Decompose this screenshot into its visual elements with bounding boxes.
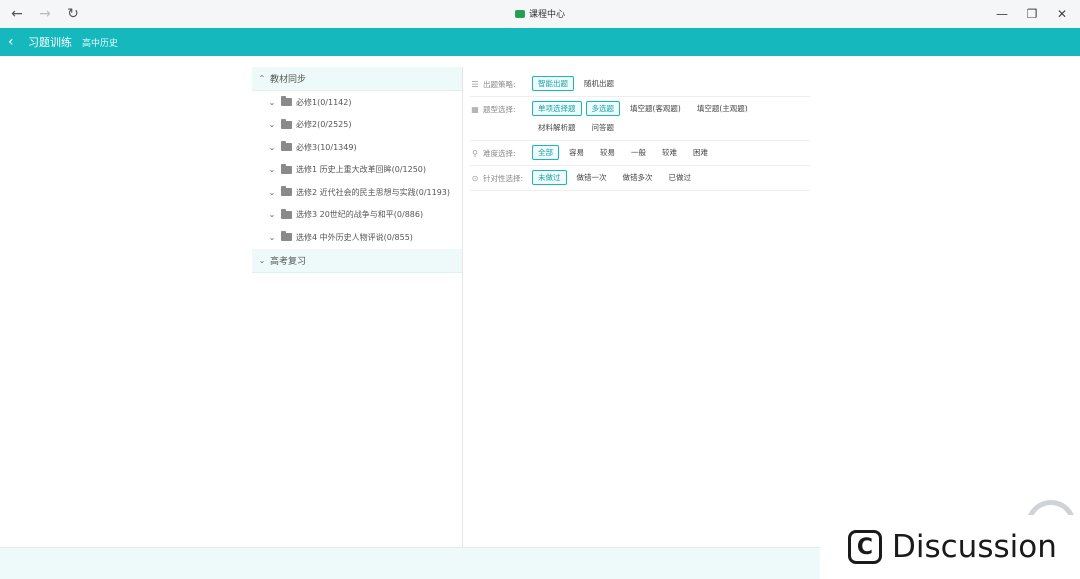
discussion-logo-icon: C	[848, 530, 882, 564]
folder-icon	[281, 208, 292, 219]
grid-icon: ▦	[471, 105, 479, 114]
tree-item[interactable]: ⌄ 选修2 近代社会的民主思想与实践(0/1193)	[252, 181, 462, 204]
chevron-up-icon: ⌃	[258, 74, 266, 83]
title-bar: ← → ↻ 课程中心 — ❐ ✕	[0, 0, 1080, 28]
chevron-down-icon: ⌄	[258, 255, 266, 265]
filter-label: 难度选择:	[483, 149, 516, 158]
filter-row-difficulty: ⚲ 难度选择: 全部 容易 较易 一般 较难 困难	[470, 141, 810, 166]
window-controls: — ❐ ✕	[990, 4, 1074, 24]
chevron-down-icon: ⌄	[268, 120, 276, 130]
restore-icon[interactable]: ❐	[1020, 4, 1044, 24]
filter-option[interactable]: 多选题	[585, 101, 620, 116]
close-icon[interactable]: ✕	[1050, 4, 1074, 24]
targeted-options: 未做过 做错一次 做错多次 已做过	[532, 170, 802, 185]
chevron-down-icon: ⌄	[268, 142, 276, 152]
section-label: 教材同步	[270, 75, 307, 85]
app-icon	[514, 9, 525, 18]
chevron-down-icon: ⌄	[268, 232, 276, 242]
window-title: 课程中心	[0, 7, 1080, 20]
filter-row-strategy: ☰ 出题策略: 智能出题 随机出题	[470, 72, 810, 97]
tree-item-label: 选修4 中外历史人物评说(0/855)	[296, 232, 413, 242]
tree-item[interactable]: ⌄ 选修4 中外历史人物评说(0/855)	[252, 226, 462, 249]
chevron-down-icon: ⌄	[268, 165, 276, 175]
section-exam-review[interactable]: ⌄ 高考复习	[252, 248, 462, 273]
filter-option[interactable]: 填空题(主观题)	[691, 101, 754, 116]
tree-item[interactable]: ⌄ 必修2(0/2525)	[252, 114, 462, 137]
filter-panel: ☰ 出题策略: 智能出题 随机出题 ▦ 题型选择: 单项选择题 多选题 填空题(客观题) 填…	[470, 72, 810, 191]
window-title-text: 课程中心	[528, 10, 565, 20]
filter-option[interactable]: 较易	[594, 145, 621, 160]
tree-item[interactable]: ⌄ 选修3 20世纪的战争与和平(0/886)	[252, 204, 462, 227]
chevron-left-icon[interactable]: ‹	[8, 34, 22, 50]
tree-item-label: 选修3 20世纪的战争与和平(0/886)	[296, 210, 424, 220]
filter-option[interactable]: 容易	[563, 145, 590, 160]
panel-divider	[462, 67, 463, 547]
forward-arrow-icon[interactable]: →	[34, 4, 56, 24]
section-label: 高考复习	[270, 256, 307, 267]
filter-row-targeted: ⊙ 针对性选择: 未做过 做错一次 做错多次 已做过	[470, 166, 810, 191]
filter-option[interactable]: 材料解析题	[532, 120, 582, 135]
refresh-icon[interactable]: ↻	[62, 4, 84, 24]
filter-option[interactable]: 已做过	[663, 170, 698, 185]
filter-option[interactable]: 问答题	[586, 120, 621, 135]
tree-item-label: 必修3(10/1349)	[296, 142, 357, 152]
tree-item-label: 选修1 历史上重大改革回眸(0/1250)	[296, 165, 427, 175]
folder-icon	[281, 141, 292, 152]
filter-label: 针对性选择:	[483, 174, 524, 183]
filter-label: 题型选择:	[483, 105, 516, 114]
filter-option[interactable]: 做错一次	[571, 170, 613, 185]
filter-option[interactable]: 一般	[625, 145, 652, 160]
minimize-icon[interactable]: —	[990, 4, 1014, 24]
watermark: C Discussion	[820, 515, 1080, 579]
folder-icon	[281, 96, 292, 107]
difficulty-options: 全部 容易 较易 一般 较难 困难	[532, 145, 802, 160]
browser-nav: ← → ↻	[6, 4, 84, 24]
filter-option[interactable]: 随机出题	[578, 76, 620, 91]
tree-item-label: 必修2(0/2525)	[296, 120, 352, 130]
folder-icon	[281, 186, 292, 197]
filter-row-type: ▦ 题型选择: 单项选择题 多选题 填空题(客观题) 填空题(主观题) 材料解析题 问答题	[470, 97, 810, 141]
watermark-text: Discussion	[892, 529, 1057, 565]
app-header: ‹ 习题训练 高中历史	[0, 28, 1080, 56]
tree-item-label: 选修2 近代社会的民主思想与实践(0/1193)	[296, 187, 451, 197]
section-textbook-sync[interactable]: ⌃ 教材同步	[252, 67, 462, 91]
filter-option[interactable]: 智能出题	[532, 76, 574, 91]
tree-item[interactable]: ⌄ 必修3(10/1349)	[252, 136, 462, 159]
chevron-down-icon: ⌄	[268, 97, 276, 107]
chapter-tree: ⌃ 教材同步 ⌄ 必修1(0/1142) ⌄ 必修2(0/2525) ⌄ 必修3(10/1…	[252, 67, 462, 273]
filter-label: 出题策略:	[483, 80, 516, 89]
back-arrow-icon[interactable]: ←	[6, 4, 28, 24]
tree-item-label: 必修1(0/1142)	[296, 97, 352, 107]
tree-item[interactable]: ⌄ 必修1(0/1142)	[252, 91, 462, 114]
filter-option[interactable]: 未做过	[532, 170, 567, 185]
chevron-down-icon: ⌄	[268, 187, 276, 197]
filter-option[interactable]: 较难	[656, 145, 683, 160]
list-icon: ☰	[471, 80, 479, 89]
tree-item-list: ⌄ 必修1(0/1142) ⌄ 必修2(0/2525) ⌄ 必修3(10/1349) ⌄ 选修…	[252, 91, 462, 249]
folder-icon	[281, 231, 292, 242]
filter-option[interactable]: 困难	[687, 145, 714, 160]
type-options: 单项选择题 多选题 填空题(客观题) 填空题(主观题) 材料解析题 问答题	[532, 101, 802, 135]
folder-icon	[281, 118, 292, 129]
page-title: 习题训练	[28, 36, 72, 49]
filter-option[interactable]: 做错多次	[617, 170, 659, 185]
subject-label: 高中历史	[82, 38, 119, 49]
chevron-down-icon: ⌄	[268, 210, 276, 220]
folder-icon	[281, 163, 292, 174]
difficulty-icon: ⚲	[472, 149, 478, 158]
filter-option[interactable]: 全部	[532, 145, 559, 160]
tree-item[interactable]: ⌄ 选修1 历史上重大改革回眸(0/1250)	[252, 159, 462, 182]
strategy-options: 智能出题 随机出题	[532, 76, 802, 91]
target-icon: ⊙	[471, 174, 479, 183]
filter-option[interactable]: 填空题(客观题)	[624, 101, 687, 116]
filter-option[interactable]: 单项选择题	[532, 101, 582, 116]
